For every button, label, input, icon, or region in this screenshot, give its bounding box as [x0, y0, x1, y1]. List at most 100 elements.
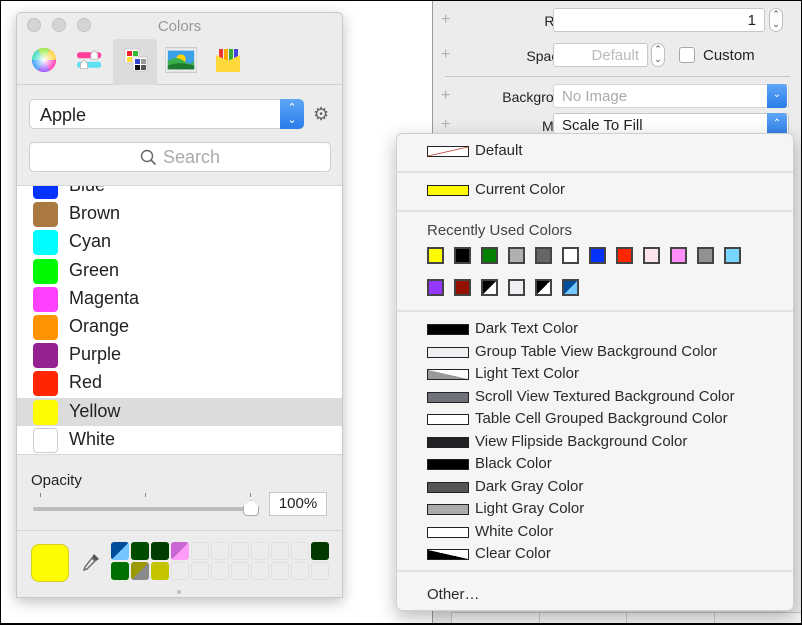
- spacing-field[interactable]: Default: [553, 43, 648, 67]
- favorite-swatch[interactable]: [151, 562, 169, 580]
- recent-color-swatch[interactable]: [589, 247, 606, 264]
- recent-color-swatch[interactable]: [697, 247, 714, 264]
- plus-icon[interactable]: +: [441, 46, 450, 64]
- color-list-item[interactable]: White: [17, 426, 342, 454]
- spacing-stepper[interactable]: ⌃ ⌄: [651, 43, 665, 67]
- empty-favorite-slot[interactable]: [191, 542, 209, 560]
- recent-color-swatch[interactable]: [427, 247, 444, 264]
- favorite-swatch[interactable]: [131, 542, 149, 560]
- menu-item-system-color[interactable]: Scroll View Textured Background Color: [397, 386, 793, 408]
- empty-favorite-slot[interactable]: [211, 562, 229, 580]
- empty-favorite-slot[interactable]: [311, 562, 329, 580]
- empty-favorite-slot[interactable]: [291, 562, 309, 580]
- recent-color-swatch[interactable]: [562, 279, 579, 296]
- menu-item-system-color[interactable]: Light Text Color: [397, 363, 793, 385]
- menu-separator: [397, 310, 793, 312]
- empty-favorite-slot[interactable]: [231, 562, 249, 580]
- recent-color-swatch[interactable]: [535, 279, 552, 296]
- right-stepper[interactable]: ⌃ ⌄: [769, 8, 783, 32]
- plus-icon[interactable]: +: [441, 11, 450, 29]
- resize-handle[interactable]: [177, 590, 181, 594]
- recent-color-swatch[interactable]: [481, 247, 498, 264]
- menu-item-system-color[interactable]: Group Table View Background Color: [397, 341, 793, 363]
- menu-item-system-color[interactable]: Dark Gray Color: [397, 476, 793, 498]
- opacity-slider-knob[interactable]: [243, 500, 259, 516]
- empty-favorite-slot[interactable]: [171, 562, 189, 580]
- mode-toolbar: [17, 37, 342, 85]
- color-list-item[interactable]: Green: [17, 257, 342, 285]
- menu-item-system-color[interactable]: View Flipside Background Color: [397, 431, 793, 453]
- current-color-well[interactable]: [31, 544, 69, 582]
- plus-icon[interactable]: +: [441, 116, 450, 134]
- opacity-slider-track[interactable]: [33, 507, 251, 511]
- color-list-item[interactable]: Brown: [17, 200, 342, 228]
- recent-color-swatch[interactable]: [454, 247, 471, 264]
- opacity-field[interactable]: 100%: [269, 492, 327, 516]
- empty-favorite-slot[interactable]: [251, 542, 269, 560]
- menu-item-system-color[interactable]: Dark Text Color: [397, 318, 793, 340]
- slider-tick: [250, 493, 251, 497]
- palette-icon: [124, 48, 148, 72]
- plus-icon[interactable]: +: [441, 87, 450, 105]
- color-list[interactable]: Blue Brown Cyan Green Magenta Orange Purple Red…: [17, 185, 342, 455]
- system-color-swatch: [427, 549, 469, 560]
- empty-favorite-slot[interactable]: [291, 542, 309, 560]
- color-list-item[interactable]: Yellow: [17, 397, 342, 426]
- color-list-item[interactable]: Cyan: [17, 228, 342, 256]
- recent-color-swatch[interactable]: [535, 247, 552, 264]
- menu-item-default[interactable]: Default: [397, 140, 793, 162]
- color-list-item[interactable]: Magenta: [17, 285, 342, 313]
- menu-item-system-color[interactable]: Clear Color: [397, 543, 793, 565]
- menu-item-system-color[interactable]: Black Color: [397, 453, 793, 475]
- recent-color-swatch[interactable]: [724, 247, 741, 264]
- gear-icon[interactable]: ⚙: [313, 105, 331, 123]
- menu-item-system-color[interactable]: Light Gray Color: [397, 498, 793, 520]
- recent-color-swatch[interactable]: [643, 247, 660, 264]
- system-color-swatch: [427, 369, 469, 380]
- empty-favorite-slot[interactable]: [271, 562, 289, 580]
- empty-favorite-slot[interactable]: [271, 542, 289, 560]
- empty-favorite-slot[interactable]: [211, 542, 229, 560]
- recent-color-swatch[interactable]: [670, 247, 687, 264]
- image-palettes-tab[interactable]: [159, 39, 203, 85]
- favorite-swatch[interactable]: [111, 542, 129, 560]
- favorite-swatch[interactable]: [171, 542, 189, 560]
- recent-color-swatch[interactable]: [508, 279, 525, 296]
- empty-favorite-slot[interactable]: [191, 562, 209, 580]
- color-list-item[interactable]: Blue: [17, 186, 342, 200]
- updown-arrows-icon: ⌃ ⌄: [280, 99, 304, 129]
- menu-item-system-color[interactable]: White Color: [397, 521, 793, 543]
- favorite-swatch[interactable]: [111, 562, 129, 580]
- right-field[interactable]: 1: [553, 8, 765, 32]
- favorite-swatch[interactable]: [311, 542, 329, 560]
- recent-color-swatch[interactable]: [454, 279, 471, 296]
- color-swatch: [33, 230, 58, 256]
- recent-color-swatch[interactable]: [616, 247, 633, 264]
- background-dropdown-button[interactable]: ⌄: [767, 84, 787, 108]
- recent-color-swatch[interactable]: [481, 279, 498, 296]
- menu-item-other[interactable]: Other…: [427, 586, 480, 603]
- color-palettes-tab[interactable]: [113, 39, 157, 85]
- palette-list-select[interactable]: Apple ⌃ ⌄: [29, 99, 304, 129]
- color-list-item[interactable]: Purple: [17, 341, 342, 369]
- color-swatch: [33, 315, 58, 340]
- color-list-item[interactable]: Red: [17, 369, 342, 397]
- bottom-cell: [538, 612, 626, 625]
- favorite-swatch[interactable]: [151, 542, 169, 560]
- pencils-tab[interactable]: [205, 39, 249, 85]
- menu-item-system-color[interactable]: Table Cell Grouped Background Color: [397, 408, 793, 430]
- background-field[interactable]: No Image: [553, 84, 789, 108]
- search-field[interactable]: Search: [29, 142, 331, 172]
- favorite-swatch[interactable]: [131, 562, 149, 580]
- color-wheel-tab[interactable]: [21, 39, 65, 85]
- empty-favorite-slot[interactable]: [251, 562, 269, 580]
- eyedropper-icon[interactable]: [80, 551, 102, 573]
- empty-favorite-slot[interactable]: [231, 542, 249, 560]
- recent-color-swatch[interactable]: [562, 247, 579, 264]
- menu-item-current-color[interactable]: Current Color: [397, 179, 793, 201]
- recent-color-swatch[interactable]: [427, 279, 444, 296]
- recent-color-swatch[interactable]: [508, 247, 525, 264]
- color-list-item[interactable]: Orange: [17, 313, 342, 341]
- custom-checkbox[interactable]: [679, 47, 695, 63]
- color-sliders-tab[interactable]: [67, 39, 111, 85]
